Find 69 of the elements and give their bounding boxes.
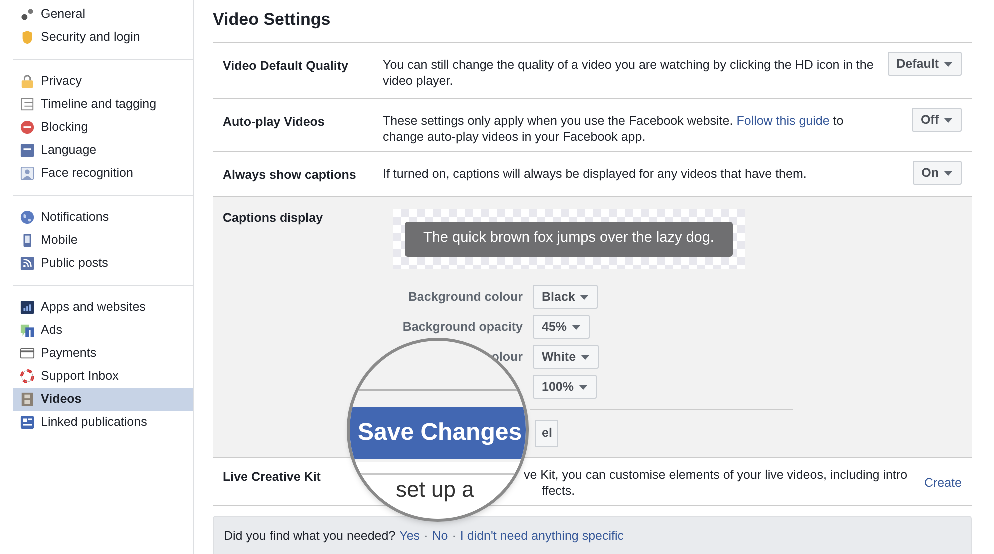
sidebar-item[interactable]: Apps and websites <box>13 296 193 319</box>
guide-link[interactable]: Follow this guide <box>736 114 830 128</box>
sidebar-item[interactable]: Public posts <box>13 252 193 275</box>
sidebar-item[interactable]: Mobile <box>13 229 193 252</box>
sidebar-item[interactable]: Security and login <box>13 26 193 49</box>
description-text: ve Kit, you can customise elements of your live videos, including intro <box>524 467 909 483</box>
dropdown-button[interactable]: Black <box>533 285 598 309</box>
feedback-question: Did you find what you needed? <box>224 528 396 545</box>
separator-dot: · <box>424 528 428 545</box>
setting-label: Live Creative Kit <box>223 469 322 486</box>
globe-icon <box>20 210 35 225</box>
setting-description: These settings only apply when you use the Facebook website. Follow this guide to change auto-play videos in your Facebook app. <box>383 113 845 145</box>
feedback-link[interactable]: I didn't need anything specific <box>460 526 624 546</box>
dropdown-button[interactable]: White <box>533 345 600 369</box>
caret-icon <box>944 118 953 122</box>
option-label: Background opacity <box>402 318 523 336</box>
dropdown-button[interactable]: 45% <box>533 315 590 339</box>
option-label: Background colour <box>407 288 523 306</box>
caret-icon <box>578 384 588 390</box>
card-icon <box>20 346 35 361</box>
setting-label: Video Default Quality <box>223 58 350 75</box>
dropdown-button[interactable]: On <box>912 161 962 185</box>
padlock-icon <box>20 74 35 89</box>
dropdown-button[interactable]: Default <box>888 52 962 76</box>
cancel-button[interactable]: el <box>535 420 558 447</box>
caret-icon <box>944 62 953 66</box>
setting-label: Auto-play Videos <box>223 114 326 131</box>
sidebar-item[interactable]: Notifications <box>13 206 193 229</box>
separator-dot: · <box>452 528 456 545</box>
magnified-text: set up a <box>396 479 474 501</box>
sidebar-item[interactable]: Ads <box>13 319 193 342</box>
sidebar-item[interactable]: Timeline and tagging <box>13 93 193 116</box>
sidebar-item[interactable]: General <box>13 3 193 26</box>
gears-icon <box>20 7 35 22</box>
sidebar-item[interactable]: Blocking <box>13 116 193 139</box>
dropdown-button[interactable]: Off <box>912 108 962 132</box>
ad-icon <box>20 323 35 338</box>
feedback-link[interactable]: Yes <box>400 526 420 546</box>
translate-icon <box>20 143 35 158</box>
shield-icon <box>20 30 35 45</box>
caret-icon <box>581 354 590 360</box>
description-text: ffects. <box>542 483 576 499</box>
caret-icon <box>580 294 590 300</box>
face-frame-icon <box>20 166 35 181</box>
sidebar-item[interactable]: Face recognition <box>13 162 193 185</box>
app-grid-icon <box>20 300 35 315</box>
sidebar-item[interactable]: Linked publications <box>13 411 193 434</box>
sidebar-item[interactable]: Privacy <box>13 70 193 93</box>
sidebar-item[interactable]: Payments <box>13 342 193 365</box>
dropdown-button[interactable]: 100% <box>533 375 597 399</box>
caption-text: The quick brown fox jumps over the lazy dog. <box>405 222 733 256</box>
setting-description: You can still change the quality of a video you are watching by clicking the HD icon in the video player. <box>383 57 875 89</box>
create-link[interactable]: Create <box>924 474 962 493</box>
caret-icon <box>944 170 953 176</box>
caret-icon <box>572 324 582 330</box>
film-icon <box>20 392 35 407</box>
sidebar-item[interactable]: Support Inbox <box>13 365 193 388</box>
rss-icon <box>20 256 35 271</box>
setting-label: Always show captions <box>223 167 358 184</box>
blocked-icon <box>20 120 35 135</box>
sidebar-item[interactable]: Language <box>13 139 193 162</box>
setting-description: If turned on, captions will always be displayed for any videos that have them. <box>383 166 808 182</box>
page-title: Video Settings <box>213 9 332 31</box>
timeline-icon <box>20 97 35 112</box>
lifebuoy-icon <box>20 369 35 384</box>
document-icon <box>20 415 35 430</box>
save-changes-button[interactable]: Save Changes <box>350 407 526 459</box>
feedback-link[interactable]: No <box>432 526 448 546</box>
sidebar-item[interactable]: Videos <box>13 388 193 411</box>
